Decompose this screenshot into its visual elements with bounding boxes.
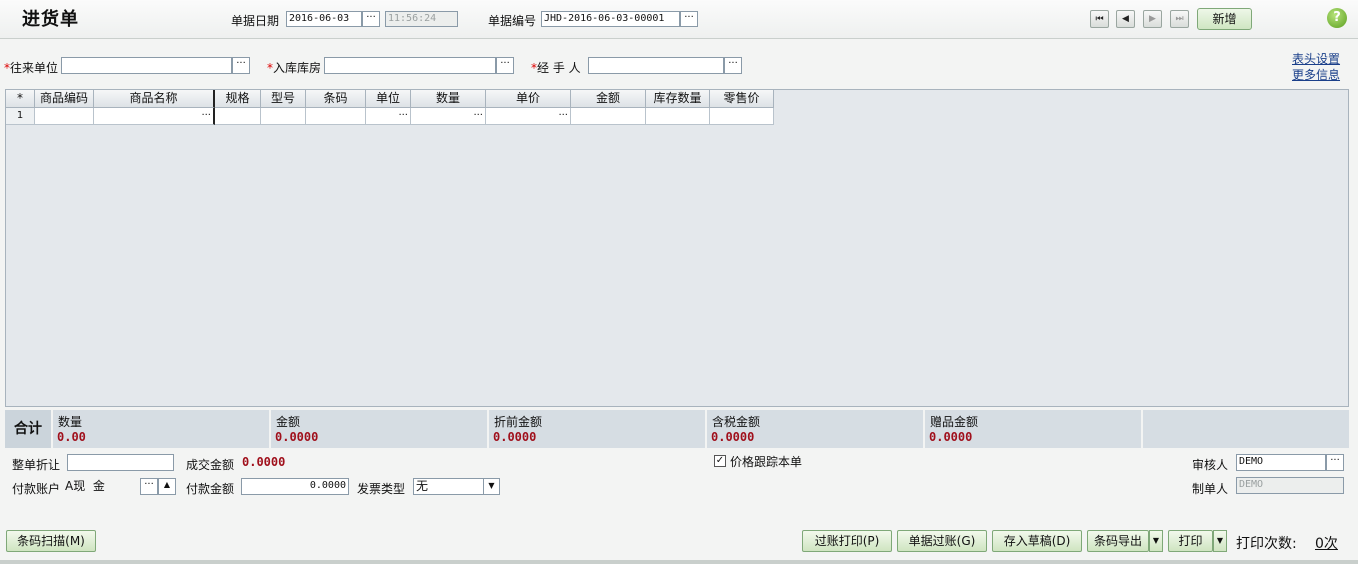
window-bottom-border [0, 560, 1358, 564]
warehouse-input[interactable] [324, 57, 496, 74]
maker-field: DEMO [1236, 477, 1344, 494]
handler-picker-button[interactable]: ··· [724, 57, 742, 74]
page-title: 进货单 [22, 9, 79, 30]
partner-input[interactable] [61, 57, 232, 74]
discount-input[interactable] [67, 454, 174, 471]
first-record-icon[interactable]: ⏮ [1090, 10, 1109, 28]
pay-amount-label: 付款金额 [186, 482, 235, 496]
total-tax: 含税金额 0.0000 [707, 410, 925, 448]
grid-cell-qty[interactable]: ··· [411, 108, 486, 125]
barcode-export-button[interactable]: 条码导出 [1087, 530, 1149, 552]
grid-header-unit[interactable]: 单位 [366, 90, 411, 108]
grid-header-model[interactable]: 型号 [261, 90, 306, 108]
handler-input[interactable] [588, 57, 724, 74]
discount-label: 整单折让 [12, 458, 61, 472]
chevron-down-icon[interactable]: ▼ [483, 478, 500, 495]
price-track-checkbox[interactable]: ✓ [714, 455, 726, 467]
partner-label: *往来单位 [4, 61, 59, 75]
goods-grid: * 商品编码 商品名称 规格 型号 条码 单位 数量 单价 金额 库存数量 零售… [5, 89, 1349, 407]
last-record-icon[interactable]: ⏭ [1170, 10, 1189, 28]
grid-header-amount[interactable]: 金额 [571, 90, 646, 108]
date-label: 单据日期 [231, 14, 280, 28]
grid-cell-unit[interactable]: ··· [366, 108, 411, 125]
grid-header-star: * [6, 90, 35, 108]
grid-qty-picker-icon[interactable]: ··· [473, 109, 483, 123]
print-button[interactable]: 打印 [1168, 530, 1213, 552]
totals-label: 合计 [5, 410, 53, 448]
totals-bar: 合计 数量 0.00 金额 0.0000 折前金额 0.0000 含税金额 0.… [5, 410, 1349, 448]
print-dropdown-icon[interactable]: ▼ [1213, 530, 1227, 552]
deal-amount-value: 0.0000 [242, 455, 286, 469]
grid-header-barcode[interactable]: 条码 [306, 90, 366, 108]
total-amount: 金额 0.0000 [271, 410, 489, 448]
invoice-type-label: 发票类型 [357, 482, 406, 496]
pay-account-picker-button[interactable]: ··· [140, 478, 158, 495]
grid-header-retail[interactable]: 零售价 [710, 90, 774, 108]
partner-picker-button[interactable]: ··· [232, 57, 250, 74]
print-count-label: 打印次数: [1236, 536, 1297, 552]
total-qty: 数量 0.00 [53, 410, 271, 448]
grid-cell-retail[interactable] [710, 108, 774, 125]
post-print-button[interactable]: 过账打印(P) [802, 530, 892, 552]
grid-header-spec[interactable]: 规格 [215, 90, 261, 108]
grid-row-number: 1 [6, 108, 35, 125]
grid-cell-amount[interactable] [571, 108, 646, 125]
date-field[interactable]: 2016-06-03 [286, 11, 362, 27]
more-info-link[interactable]: 更多信息 [1292, 66, 1340, 83]
pay-account-up-icon[interactable]: ▲ [158, 478, 176, 495]
docno-label: 单据编号 [488, 14, 537, 28]
deal-amount-label: 成交金额 [186, 458, 235, 472]
pay-amount-input[interactable]: 0.0000 [241, 478, 349, 495]
warehouse-picker-button[interactable]: ··· [496, 57, 514, 74]
reviewer-picker-button[interactable]: ··· [1326, 454, 1344, 471]
header-settings-link[interactable]: 表头设置 [1292, 50, 1340, 67]
pay-account-label: 付款账户 [12, 482, 61, 496]
grid-header-qty[interactable]: 数量 [411, 90, 486, 108]
grid-header-code[interactable]: 商品编码 [35, 90, 94, 108]
grid-cell-code[interactable] [35, 108, 94, 125]
invoice-type-select[interactable]: 无 [413, 478, 487, 495]
print-count-value[interactable]: 0次 [1315, 533, 1338, 553]
grid-header-name[interactable]: 商品名称 [94, 90, 215, 108]
docno-field[interactable]: JHD-2016-06-03-00001 [541, 11, 680, 27]
total-pre-discount: 折前金额 0.0000 [489, 410, 707, 448]
barcode-export-dropdown-icon[interactable]: ▼ [1149, 530, 1163, 552]
date-picker-button[interactable]: ··· [362, 11, 380, 27]
prev-record-icon[interactable]: ◀ [1116, 10, 1135, 28]
grid-header-price[interactable]: 单价 [486, 90, 571, 108]
grid-cell-name[interactable]: ··· [94, 108, 215, 125]
warehouse-label: *入库库房 [267, 61, 322, 75]
total-gift: 赠品金额 0.0000 [925, 410, 1143, 448]
grid-price-picker-icon[interactable]: ··· [558, 109, 568, 123]
reviewer-field[interactable]: DEMO [1236, 454, 1326, 471]
help-icon[interactable]: ? [1327, 8, 1347, 28]
grid-unit-picker-icon[interactable]: ··· [398, 109, 408, 123]
grid-cell-barcode[interactable] [306, 108, 366, 125]
grid-cell-stock [646, 108, 710, 125]
new-button[interactable]: 新增 [1197, 8, 1252, 30]
docno-picker-button[interactable]: ··· [680, 11, 698, 27]
grid-name-picker-icon[interactable]: ··· [201, 109, 211, 123]
save-draft-button[interactable]: 存入草稿(D) [992, 530, 1082, 552]
grid-cell-spec[interactable] [215, 108, 261, 125]
maker-label: 制单人 [1192, 482, 1229, 496]
barcode-scan-button[interactable]: 条码扫描(M) [6, 530, 96, 552]
price-track-label[interactable]: 价格跟踪本单 [730, 453, 802, 470]
handler-label: *经 手 人 [531, 61, 581, 75]
reviewer-label: 审核人 [1192, 458, 1229, 472]
grid-cell-price[interactable]: ··· [486, 108, 571, 125]
grid-cell-model[interactable] [261, 108, 306, 125]
time-field: 11:56:24 [385, 11, 458, 27]
pay-account-field[interactable]: A现 金 [62, 478, 140, 495]
post-button[interactable]: 单据过账(G) [897, 530, 987, 552]
next-record-icon[interactable]: ▶ [1143, 10, 1162, 28]
grid-header-stock[interactable]: 库存数量 [646, 90, 710, 108]
